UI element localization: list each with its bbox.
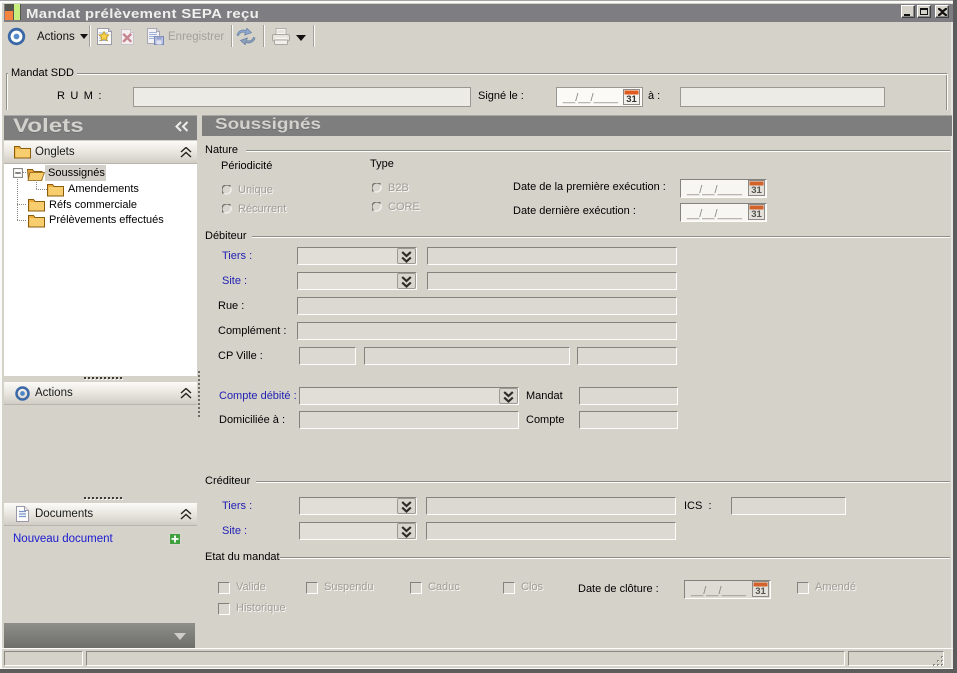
svg-text:31: 31 — [751, 209, 762, 220]
svg-text:31: 31 — [751, 185, 762, 196]
svg-text:31: 31 — [626, 94, 637, 105]
svg-text:31: 31 — [755, 586, 766, 597]
